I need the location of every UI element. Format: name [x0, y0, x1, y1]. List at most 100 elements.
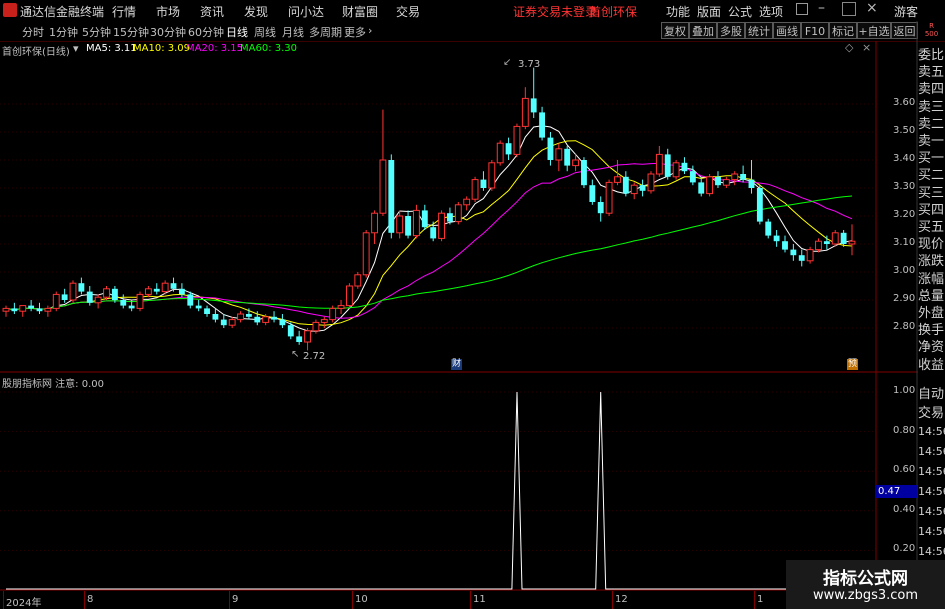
- candle-down: [622, 176, 629, 194]
- candle-down: [120, 300, 127, 306]
- price-tick-label: 3.10: [893, 237, 916, 248]
- quote-field-label[interactable]: 总量: [918, 285, 945, 304]
- date-tick-label: 9: [232, 594, 239, 605]
- kline-chart[interactable]: [0, 0, 945, 609]
- price-tick-label: 3.20: [893, 209, 916, 220]
- quote-field-label[interactable]: 涨幅: [918, 268, 945, 287]
- quote-field-label[interactable]: 收益: [918, 354, 945, 373]
- candle-up: [329, 307, 337, 321]
- candle-down: [245, 314, 252, 317]
- ma5-line: [5, 125, 853, 332]
- price-tick-label: 3.00: [893, 265, 916, 276]
- quote-field-label[interactable]: 净资: [918, 336, 945, 355]
- candle-up: [136, 293, 144, 309]
- candle-down: [128, 305, 135, 309]
- quote-field-label[interactable]: 卖一: [918, 130, 945, 149]
- candle-up: [103, 288, 110, 298]
- low-arrow-icon: ↖: [291, 349, 300, 360]
- candle-up: [647, 173, 655, 192]
- price-tick-label: 3.50: [893, 125, 916, 136]
- tick-time-label: 14:56: [918, 485, 945, 498]
- candle-down: [61, 294, 68, 300]
- candle-down: [28, 305, 35, 309]
- candle-up: [630, 184, 638, 195]
- date-tick-mark: [84, 591, 85, 609]
- candle-down: [287, 325, 294, 337]
- quote-field-label[interactable]: 卖三: [918, 96, 945, 115]
- candle-down: [505, 143, 512, 155]
- candle-up: [337, 305, 345, 309]
- quote-field-label[interactable]: 现价: [918, 233, 945, 252]
- candle-down: [405, 216, 411, 236]
- candle-down: [539, 112, 546, 138]
- price-tick-label: 3.30: [893, 181, 916, 192]
- candle-down: [480, 179, 487, 188]
- candle-up: [848, 240, 856, 245]
- candle-up: [161, 282, 169, 293]
- candle-down: [740, 174, 747, 180]
- candle-up: [371, 212, 378, 234]
- high-price-label: 3.73: [518, 59, 541, 70]
- auto-trade-label[interactable]: 交易: [918, 402, 945, 421]
- candle-up: [572, 159, 580, 167]
- candle-down: [36, 308, 43, 312]
- quote-field-label[interactable]: 卖四: [918, 78, 945, 97]
- candle-down: [790, 249, 797, 256]
- candle-up: [413, 209, 420, 237]
- candle-up: [706, 176, 714, 195]
- candle-down: [597, 202, 604, 214]
- quote-field-label[interactable]: 买四: [918, 199, 945, 218]
- tick-time-label: 14:56: [918, 505, 945, 518]
- quote-field-label[interactable]: 外盘: [918, 302, 945, 321]
- candle-down: [447, 213, 453, 222]
- candle-up: [496, 142, 504, 164]
- candle-up: [94, 296, 102, 304]
- auto-trade-label[interactable]: 自动: [918, 383, 945, 402]
- quote-field-label[interactable]: 卖五: [918, 61, 945, 80]
- quote-field-label[interactable]: 买三: [918, 182, 945, 201]
- financial-marker[interactable]: 财: [451, 359, 462, 370]
- candle-down: [111, 288, 118, 300]
- candle-up: [454, 204, 462, 223]
- candle-up: [44, 307, 52, 312]
- date-tick-mark: [229, 591, 230, 609]
- quote-field-label[interactable]: 换手: [918, 319, 945, 338]
- candle-up: [345, 285, 353, 307]
- candle-down: [782, 241, 788, 250]
- quote-field-label[interactable]: 买一: [918, 147, 945, 166]
- quote-field-label[interactable]: 涨跌: [918, 250, 945, 269]
- candle-down: [220, 319, 227, 326]
- candle-down: [204, 308, 210, 314]
- candle-up: [463, 198, 471, 206]
- candle-down: [212, 314, 219, 320]
- candle-up: [228, 319, 236, 326]
- indicator-tick-label: 0.60: [893, 464, 916, 476]
- watermark-title: 指标公式网: [823, 569, 908, 589]
- date-tick-label: 1: [757, 594, 764, 605]
- candle-down: [840, 232, 847, 244]
- price-tick-label: 3.40: [893, 153, 916, 164]
- candle-down: [765, 221, 772, 236]
- candle-down: [421, 210, 428, 228]
- date-tick-mark: [470, 591, 471, 609]
- ma10-line: [5, 140, 853, 326]
- quote-field-label[interactable]: 卖二: [918, 113, 945, 132]
- candle-up: [262, 316, 270, 323]
- indicator-tick-label: 0.80: [893, 424, 916, 436]
- forecast-marker[interactable]: 预: [847, 359, 858, 370]
- candle-down: [388, 160, 395, 233]
- quote-field-label[interactable]: 买五: [918, 216, 945, 235]
- candle-down: [187, 294, 194, 306]
- low-price-label: 2.72: [303, 351, 326, 362]
- candle-up: [379, 159, 387, 214]
- candle-up: [471, 179, 479, 200]
- quote-field-label[interactable]: 委比: [918, 44, 945, 63]
- candle-up: [806, 249, 814, 262]
- watermark: 指标公式网 www.zbgs3.com: [786, 560, 945, 609]
- candle-down: [153, 288, 160, 292]
- candle-up: [19, 305, 27, 312]
- candle-down: [715, 176, 721, 186]
- candle-up: [605, 181, 613, 214]
- quote-field-label[interactable]: 买二: [918, 164, 945, 183]
- indicator-tick-label: 0.20: [893, 543, 916, 555]
